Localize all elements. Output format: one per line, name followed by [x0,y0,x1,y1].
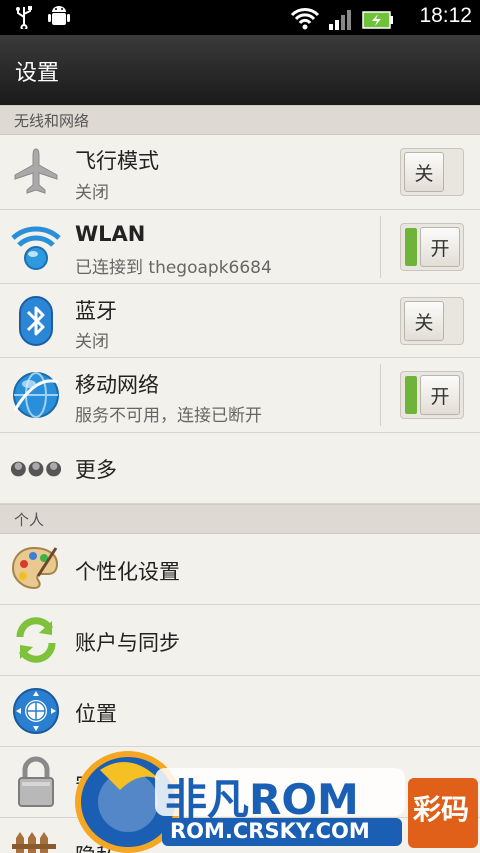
status-time: 18:12 [419,4,472,27]
row-divider [380,364,381,426]
fence-icon [10,824,62,853]
watermark-right-text: 彩码 [413,793,470,826]
section-header-label: 个人 [14,511,45,529]
mobile-network-toggle[interactable]: 开 [400,371,464,419]
toggle-knob: 关 [404,152,444,192]
bluetooth-icon [10,295,62,347]
row-divider [380,216,381,278]
more-dots-icon [10,443,62,495]
bluetooth-toggle[interactable]: 关 [400,297,464,345]
signal-icon [329,10,351,30]
section-header-personal: 个人 [0,504,480,534]
wifi-settings-icon [10,220,62,272]
location-label: 位置 [75,702,117,726]
toggle-on-indicator [405,376,417,414]
toggle-knob: 关 [404,301,444,341]
bluetooth-status: 关闭 [75,332,109,352]
toggle-knob: 开 [420,227,460,267]
airplane-mode-status: 关闭 [75,183,109,203]
watermark-url: ROM.CRSKY.COM [170,819,370,843]
palette-icon [10,543,62,595]
airplane-mode-toggle[interactable]: 关 [400,148,464,196]
settings-row-personalize[interactable]: 个性化设置 [0,534,480,605]
wlan-label: WLAN [75,222,146,246]
personalize-label: 个性化设置 [75,560,180,584]
usb-icon [16,6,32,29]
wlan-toggle[interactable]: 开 [400,223,464,271]
settings-row-mobile-network[interactable]: 移动网络 服务不可用，连接已断开 开 [0,358,480,433]
mobile-network-status: 服务不可用，连接已断开 [75,406,262,426]
accounts-sync-label: 账户与同步 [75,631,180,655]
section-header-wireless: 无线和网络 [0,105,480,135]
sync-icon [10,614,62,666]
page-title: 设置 [15,61,60,86]
wifi-icon [290,8,320,30]
android-debug-icon [48,6,70,25]
settings-row-accounts-sync[interactable]: 账户与同步 [0,605,480,676]
settings-row-more[interactable]: 更多 [0,433,480,504]
settings-row-airplane-mode[interactable]: 飞行模式 关闭 关 [0,135,480,210]
status-bar: 18:12 [0,0,480,35]
airplane-icon [10,146,62,198]
more-label: 更多 [75,458,117,482]
section-header-label: 无线和网络 [14,112,90,130]
toggle-on-indicator [405,228,417,266]
toggle-knob: 开 [420,375,460,415]
watermark-brand: 非凡ROM [165,775,359,824]
lock-icon [10,756,62,808]
watermark-logo: 非凡ROM ROM.CRSKY.COM 彩码 [70,740,480,853]
settings-row-wlan[interactable]: WLAN 已连接到 thegoapk6684 开 [0,210,480,284]
settings-row-bluetooth[interactable]: 蓝牙 关闭 关 [0,284,480,358]
location-compass-icon [10,685,62,737]
globe-network-icon [10,369,62,421]
airplane-mode-label: 飞行模式 [75,149,159,173]
mobile-network-label: 移动网络 [75,373,159,397]
title-bar: 设置 [0,35,480,105]
wlan-status: 已连接到 thegoapk6684 [75,258,272,278]
settings-row-location[interactable]: 位置 [0,676,480,747]
bluetooth-label: 蓝牙 [75,299,117,323]
battery-charging-icon [362,11,393,29]
